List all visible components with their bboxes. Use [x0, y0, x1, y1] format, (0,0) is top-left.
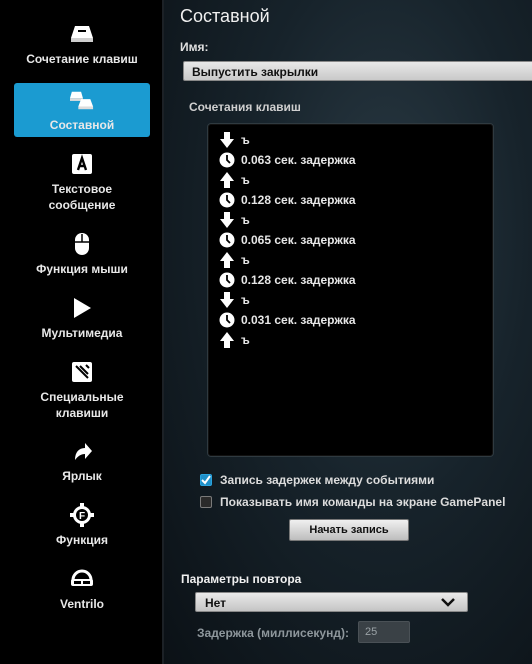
sequence-list: ъ 0.063 сек. задержка ъ 0.128 сек. задержка…	[219, 130, 356, 350]
sequence-delay-row[interactable]: 0.128 сек. задержка	[219, 270, 356, 290]
sequence-row-text: 0.031 сек. задержка	[241, 313, 356, 327]
sidebar-item-label: Функция мыши	[36, 262, 128, 276]
show-name-option[interactable]: Показывать имя команды на экране GamePan…	[200, 495, 505, 509]
show-name-checkbox[interactable]	[200, 496, 212, 508]
play-icon	[70, 296, 94, 320]
repeat-options-title: Параметры повтора	[181, 572, 302, 586]
sidebar-item-function[interactable]: F Функция	[14, 503, 150, 548]
multi-key-icon	[70, 88, 94, 112]
sequence-row-text: 0.128 сек. задержка	[241, 273, 356, 287]
sequence-delay-row[interactable]: 0.063 сек. задержка	[219, 150, 356, 170]
sequence-label: Сочетания клавиш	[189, 100, 301, 114]
key-down-arrow-icon	[219, 292, 235, 308]
sequence-row-text: ъ	[241, 333, 250, 347]
sequence-row-text: 0.063 сек. задержка	[241, 153, 356, 167]
repeat-select-value: Нет	[205, 596, 227, 610]
clock-icon	[219, 152, 235, 168]
key-up-arrow-icon	[219, 332, 235, 348]
sequence-key-row[interactable]: ъ	[219, 130, 356, 150]
sequence-key-row[interactable]: ъ	[219, 330, 356, 350]
sidebar-item-label: Текстовое сообщение	[48, 182, 116, 212]
sequence-delay-row[interactable]: 0.065 сек. задержка	[219, 230, 356, 250]
text-a-icon	[70, 152, 94, 176]
sequence-row-text: ъ	[241, 133, 250, 147]
delay-label: Задержка (миллисекунд):	[197, 626, 349, 640]
sequence-key-row[interactable]: ъ	[219, 250, 356, 270]
keystroke-sequence-box[interactable]: ъ 0.063 сек. задержка ъ 0.128 сек. задержка…	[207, 123, 494, 457]
shortcut-arrow-icon	[70, 439, 94, 463]
show-name-label: Показывать имя команды на экране GamePan…	[220, 495, 506, 509]
sidebar-item-label: Специальные клавиши	[40, 390, 124, 420]
sequence-row-text: ъ	[241, 293, 250, 307]
sequence-key-row[interactable]: ъ	[219, 290, 356, 310]
sidebar-item-label: Мультимедиа	[41, 326, 123, 340]
sequence-key-row[interactable]: ъ	[219, 210, 356, 230]
page-title: Составной	[180, 6, 270, 26]
sidebar-item-special-keys[interactable]: Специальные клавиши	[14, 360, 150, 421]
sidebar-item-shortcut[interactable]: Ярлык	[14, 439, 150, 484]
clock-icon	[219, 232, 235, 248]
record-delays-option[interactable]: Запись задержек между событиями	[200, 473, 434, 487]
repeat-select[interactable]: Нет	[195, 592, 468, 612]
special-keys-icon	[70, 360, 94, 384]
name-input[interactable]: Выпустить закрылки	[183, 61, 532, 81]
clock-icon	[219, 192, 235, 208]
sequence-row-text: ъ	[241, 253, 250, 267]
sequence-row-text: 0.065 сек. задержка	[241, 233, 356, 247]
start-recording-button[interactable]: Начать запись	[289, 519, 409, 541]
key-up-arrow-icon	[219, 252, 235, 268]
sidebar-item-label: Сочетание клавиш	[26, 52, 138, 66]
sequence-row-text: ъ	[241, 173, 250, 187]
key-combo-icon	[70, 22, 94, 46]
sequence-delay-row[interactable]: 0.031 сек. задержка	[219, 310, 356, 330]
svg-text:F: F	[79, 511, 85, 522]
sidebar: Сочетание клавиш Составной Текстовое соо…	[0, 0, 164, 664]
sidebar-item-label: Ventrilo	[59, 597, 104, 611]
record-delays-label: Запись задержек между событиями	[220, 473, 435, 487]
function-f-icon: F	[70, 503, 94, 527]
sidebar-item-key-combo[interactable]: Сочетание клавиш	[14, 22, 150, 67]
main-panel: Составной Имя: Выпустить закрылки Сочета…	[164, 0, 532, 664]
name-label: Имя:	[180, 40, 209, 54]
key-down-arrow-icon	[219, 212, 235, 228]
sidebar-item-ventrilo[interactable]: Ventrilo	[14, 567, 150, 612]
sequence-row-text: ъ	[241, 213, 250, 227]
mouse-icon	[70, 232, 94, 256]
key-up-arrow-icon	[219, 172, 235, 188]
sidebar-item-text-message[interactable]: Текстовое сообщение	[14, 152, 150, 213]
sidebar-item-multimedia[interactable]: Мультимедиа	[14, 296, 150, 341]
sidebar-item-label: Ярлык	[62, 469, 102, 483]
sidebar-item-multikey[interactable]: Составной	[14, 83, 150, 137]
sidebar-item-label: Функция	[56, 533, 108, 547]
headset-icon	[70, 567, 94, 591]
clock-icon	[219, 272, 235, 288]
sidebar-item-label: Составной	[49, 117, 115, 132]
key-down-arrow-icon	[219, 132, 235, 148]
sequence-delay-row[interactable]: 0.128 сек. задержка	[219, 190, 356, 210]
sequence-key-row[interactable]: ъ	[219, 170, 356, 190]
sequence-row-text: 0.128 сек. задержка	[241, 193, 356, 207]
delay-input[interactable]: 25	[358, 621, 410, 643]
clock-icon	[219, 312, 235, 328]
chevron-down-icon	[441, 596, 455, 610]
sidebar-item-mouse[interactable]: Функция мыши	[14, 232, 150, 277]
record-delays-checkbox[interactable]	[200, 474, 212, 486]
